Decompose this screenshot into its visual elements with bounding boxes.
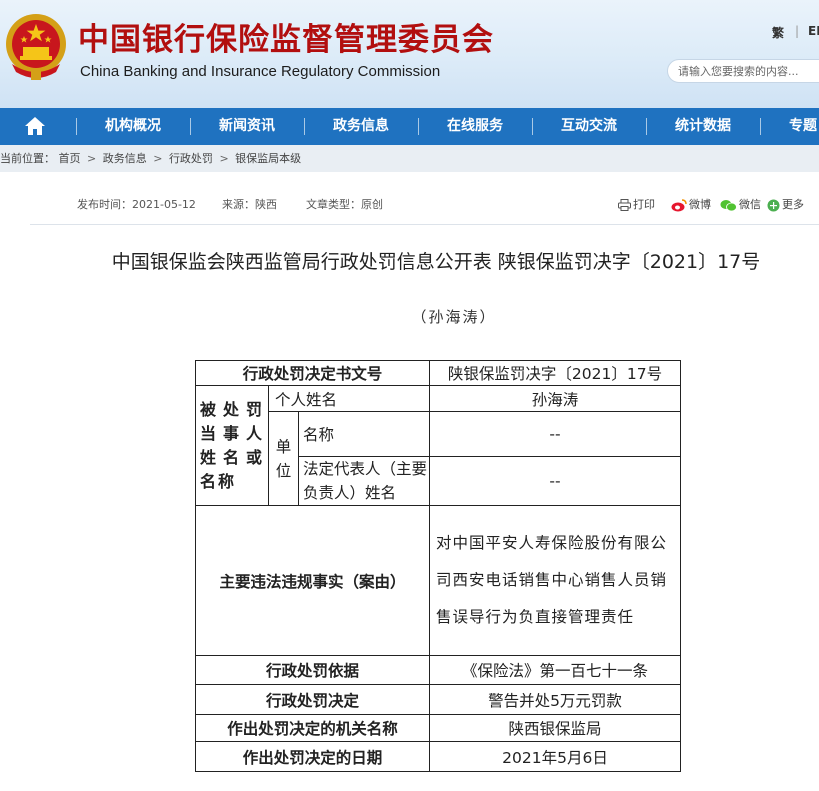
table-value-unit-name: -- [429,411,681,457]
breadcrumb-government-link[interactable]: 政务信息 [103,145,147,172]
nav-divider [76,118,77,135]
wechat-share-button[interactable]: 微信 [720,196,761,212]
table-label-decision-number: 行政处罚决定书文号 [195,360,430,386]
wechat-label: 微信 [739,198,761,211]
nav-item-about[interactable]: 机构概况 [105,108,161,145]
document-title: 中国银保监会陕西监管局行政处罚信息公开表 陕银保监罚决字〔2021〕17号 [111,251,761,273]
nav-item-government[interactable]: 政务信息 [333,108,389,145]
table-label-legal-rep: 法定代表人（主要负责人）姓名 [298,456,430,506]
table-value-penalty-basis: 《保险法》第一百七十一条 [429,655,681,685]
table-value-violation-facts: 对中国平安人寿保险股份有限公司西安电话销售中心销售人员销售误导行为负直接管理责任 [429,505,681,656]
source: 来源：陕西 [222,198,277,211]
nav-item-services[interactable]: 在线服务 [447,108,503,145]
lang-english-link[interactable]: EN [808,24,819,38]
table-label-person-name: 个人姓名 [268,385,430,412]
table-label-violation-facts: 主要违法违规事实（案由） [195,505,430,656]
home-icon[interactable] [24,116,46,136]
penalty-info-table: 行政处罚决定书文号 陕银保监罚决字〔2021〕17号 被处罚当事人姓名或名称 个… [195,360,681,772]
search-input[interactable] [678,65,818,78]
search-box [667,59,819,83]
main-nav: 机构概况 新闻资讯 政务信息 在线服务 互动交流 统计数据 专题 [0,108,819,145]
breadcrumb-arrow: > [153,152,163,165]
table-label-penalty-decision: 行政处罚决定 [195,684,430,715]
lang-divider: | [795,24,800,38]
nav-item-topics[interactable]: 专题 [789,108,817,145]
nav-divider [646,118,647,135]
site-title-cn: 中国银行保险监督管理委员会 [78,22,494,58]
table-label-unit: 单位 [268,411,299,506]
site-header: 中国银行保险监督管理委员会 China Banking and Insuranc… [0,0,819,108]
more-label: 更多 [782,198,804,211]
nav-divider [760,118,761,135]
printer-icon [618,199,631,211]
nav-divider [532,118,533,135]
table-label-party: 被处罚当事人姓名或名称 [195,385,269,506]
weibo-label: 微博 [689,198,711,211]
breadcrumb-home-link[interactable]: 首页 [59,145,81,172]
breadcrumb-current[interactable]: 银保监局本级 [235,145,301,172]
table-label-unit-name: 名称 [298,411,430,457]
table-value-authority: 陕西银保监局 [429,714,681,742]
print-button[interactable]: 打印 [618,196,655,212]
table-value-legal-rep: -- [429,456,681,506]
breadcrumb-arrow: > [219,152,229,165]
publish-time: 发布时间：2021-05-12 [77,198,196,211]
table-value-decision-number: 陕银保监罚决字〔2021〕17号 [429,360,681,386]
more-share-button[interactable]: 更多 [767,196,804,212]
breadcrumb-label: 当前位置： [0,152,55,165]
wechat-icon [720,199,737,211]
breadcrumb-penalty-link[interactable]: 行政处罚 [169,145,213,172]
weibo-icon [671,198,687,211]
site-title-en: China Banking and Insurance Regulatory C… [80,63,441,80]
table-label-decision-date: 作出处罚决定的日期 [195,741,430,772]
national-emblem-icon [6,14,66,80]
plus-circle-icon [767,199,780,211]
nav-item-news[interactable]: 新闻资讯 [219,108,275,145]
lang-traditional-link[interactable]: 繁 [772,24,784,41]
breadcrumb: 当前位置： 首页 > 政务信息 > 行政处罚 > 银保监局本级 [0,145,819,172]
weibo-share-button[interactable]: 微博 [671,196,711,212]
table-value-person-name: 孙海涛 [429,385,681,412]
table-label-authority: 作出处罚决定的机关名称 [195,714,430,742]
nav-item-statistics[interactable]: 统计数据 [675,108,731,145]
table-label-penalty-basis: 行政处罚依据 [195,655,430,685]
nav-divider [418,118,419,135]
divider-line [30,224,819,225]
print-label: 打印 [633,198,655,211]
nav-divider [304,118,305,135]
table-value-decision-date: 2021年5月6日 [429,741,681,772]
breadcrumb-arrow: > [87,152,97,165]
nav-item-interaction[interactable]: 互动交流 [561,108,617,145]
nav-divider [190,118,191,135]
article-type: 文章类型：原创 [306,198,383,211]
table-value-penalty-decision: 警告并处5万元罚款 [429,684,681,715]
document-subtitle: （孙海涛） [411,308,497,326]
